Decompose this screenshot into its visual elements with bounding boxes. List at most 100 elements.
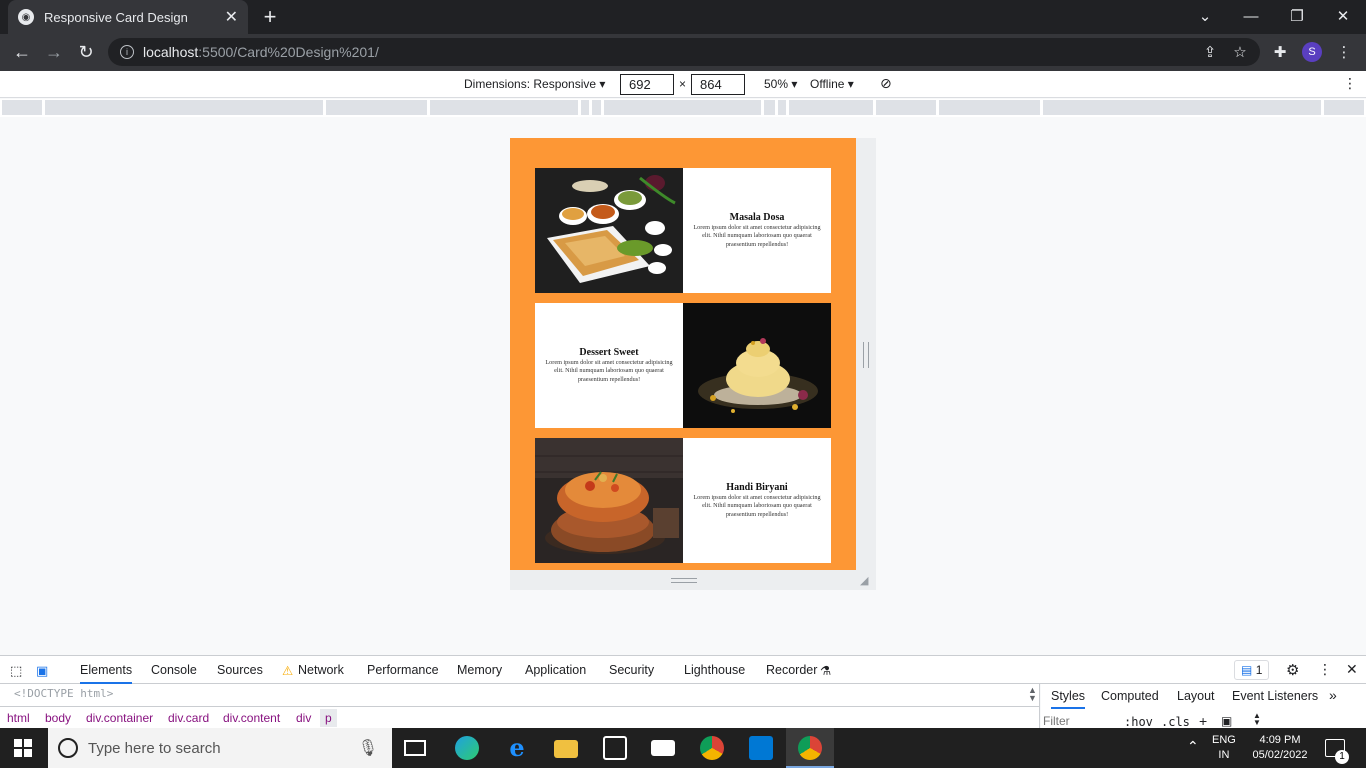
masala-dosa-image [535,168,683,293]
flask-icon: ⚗ [820,664,832,678]
close-window-button[interactable]: ✕ [1320,0,1366,32]
reload-button[interactable]: ↻ [72,38,100,66]
url-path: :5500/Card%20Design%201/ [198,44,379,60]
cls-toggle[interactable]: .cls [1161,715,1190,729]
tab-sources[interactable]: Sources [217,663,263,677]
tab-memory[interactable]: Memory [457,663,502,677]
microphone-icon[interactable]: 🎙 [358,738,378,758]
new-tab-button[interactable]: + [258,4,282,30]
browser-menu-icon[interactable]: ⋮ [1334,42,1354,62]
more-options-icon[interactable]: ⋮ [1343,75,1357,92]
device-toggle-icon[interactable]: ▣ [36,663,48,679]
edge-icon[interactable] [455,736,479,760]
network-throttle-dropdown[interactable]: Offline ▾ [810,77,854,91]
profile-avatar[interactable]: S [1302,42,1322,62]
tab-layout[interactable]: Layout [1177,689,1215,703]
browser-tab[interactable]: ◉ Responsive Card Design ✕ [8,0,248,34]
card-content: Masala Dosa Lorem ipsum dolor sit amet c… [683,168,831,293]
minimize-button[interactable]: — [1228,0,1274,32]
tab-application[interactable]: Application [525,663,586,677]
card-handi-biryani: Handi Biryani Lorem ipsum dolor sit amet… [535,438,831,563]
tab-lighthouse[interactable]: Lighthouse [684,663,745,677]
devtools-menu-icon[interactable]: ⋮ [1318,661,1332,678]
tab-event-listeners[interactable]: Event Listeners [1232,689,1318,703]
extensions-puzzle-icon[interactable]: ✚ [1270,42,1290,62]
taskbar-search-placeholder: Type here to search [88,739,221,757]
close-devtools-icon[interactable]: ✕ [1346,661,1358,678]
share-icon[interactable]: ⇪ [1200,42,1220,62]
chrome-profile-icon[interactable] [798,736,822,760]
elements-panel: <!DOCTYPE html> ▲ ▼ html body div.contain… [0,684,1040,728]
ie-icon[interactable]: e [505,736,529,760]
taskbar-search[interactable]: Type here to search 🎙 [48,728,392,768]
resize-handle-right[interactable] [863,342,869,368]
issues-badge[interactable]: ▤ 1 [1234,660,1270,680]
styles-sidebar: Styles Computed Layout Event Listeners »… [1041,684,1366,729]
card-text: Lorem ipsum dolor sit amet consectetur a… [693,223,821,248]
card-text: Lorem ipsum dolor sit amet consectetur a… [545,358,673,383]
close-tab-icon[interactable]: ✕ [225,7,238,27]
tab-title: Responsive Card Design [44,9,188,25]
tab-recorder[interactable]: Recorder [766,663,817,677]
globe-icon: ◉ [18,9,34,25]
zoom-dropdown[interactable]: 50% ▾ [764,77,797,91]
toggle-sidebar-icon[interactable]: ▣ [1221,714,1232,728]
bookmark-star-icon[interactable]: ☆ [1230,42,1250,62]
tab-console[interactable]: Console [151,663,197,677]
clock[interactable]: 4:09 PM 05/02/2022 [1247,733,1313,763]
tab-security[interactable]: Security [609,663,654,677]
devtools-tabbar: ⬚ ▣ Elements Console Sources ⚠ Network P… [0,655,1366,684]
notification-count-badge: 1 [1335,750,1349,764]
warning-icon: ⚠ [282,664,294,678]
cortana-circle-icon [58,738,78,758]
crumb-p[interactable]: p [320,709,337,727]
scroll-arrows-icon[interactable]: ▲ ▼ [1028,686,1037,703]
card-dessert-sweet: Dessert Sweet Lorem ipsum dolor sit amet… [535,303,831,428]
crumb-body[interactable]: body [45,711,71,725]
viewport-height-input[interactable] [691,74,745,95]
rotate-icon[interactable]: ⊘ [880,75,892,92]
language-indicator[interactable]: ENG IN [1212,733,1236,763]
store-icon[interactable] [603,736,627,760]
back-button[interactable]: ← [8,38,36,66]
tab-search-icon[interactable]: ⌄ [1182,0,1228,32]
mail-icon[interactable] [651,740,675,756]
vscode-icon[interactable] [749,736,773,760]
tray-chevron-icon[interactable]: ⌃ [1187,738,1199,755]
sidebar-scroll-arrows[interactable]: ▲ ▼ [1253,712,1261,727]
chrome-icon[interactable] [700,736,724,760]
resize-handle-bottom[interactable] [671,578,697,583]
tab-styles[interactable]: Styles [1051,689,1086,709]
hov-toggle[interactable]: :hov [1124,715,1153,729]
crumb-div-content[interactable]: div.content [223,711,280,725]
media-query-bar[interactable] [0,99,1366,117]
dom-breadcrumb: html body div.container div.card div.con… [0,706,1040,728]
tab-elements[interactable]: Elements [80,663,133,684]
forward-button[interactable]: → [40,38,68,66]
dessert-sweet-image [683,303,831,428]
restore-button[interactable]: ❐ [1274,0,1320,32]
crumb-div-container[interactable]: div.container [86,711,153,725]
viewport-width-input[interactable] [620,74,674,95]
tab-performance[interactable]: Performance [367,663,439,677]
tab-network[interactable]: Network [298,663,344,677]
more-tabs-icon[interactable]: » [1329,687,1337,703]
crumb-div-card[interactable]: div.card [168,711,209,725]
address-bar[interactable]: i localhost:5500/Card%20Design%201/ [108,38,1260,66]
inspect-element-icon[interactable]: ⬚ [10,663,22,679]
crumb-html[interactable]: html [7,711,30,725]
issues-icon: ▤ [1241,663,1253,677]
dimensions-dropdown[interactable]: Dimensions: Responsive ▾ [464,77,605,91]
crumb-div[interactable]: div [296,711,311,725]
tab-computed[interactable]: Computed [1101,689,1159,703]
task-view-icon[interactable] [404,740,426,756]
new-rule-plus-icon[interactable]: + [1199,713,1207,729]
page-container: Masala Dosa Lorem ipsum dolor sit amet c… [510,138,856,570]
info-icon[interactable]: i [120,45,134,59]
settings-gear-icon[interactable]: ⚙ [1286,661,1299,679]
windows-start-icon[interactable] [14,739,32,757]
resize-corner-icon[interactable]: ◢ [860,574,872,587]
doctype-line[interactable]: <!DOCTYPE html> [14,687,113,700]
styles-filter-input[interactable] [1043,714,1113,728]
file-explorer-icon[interactable] [554,740,578,758]
